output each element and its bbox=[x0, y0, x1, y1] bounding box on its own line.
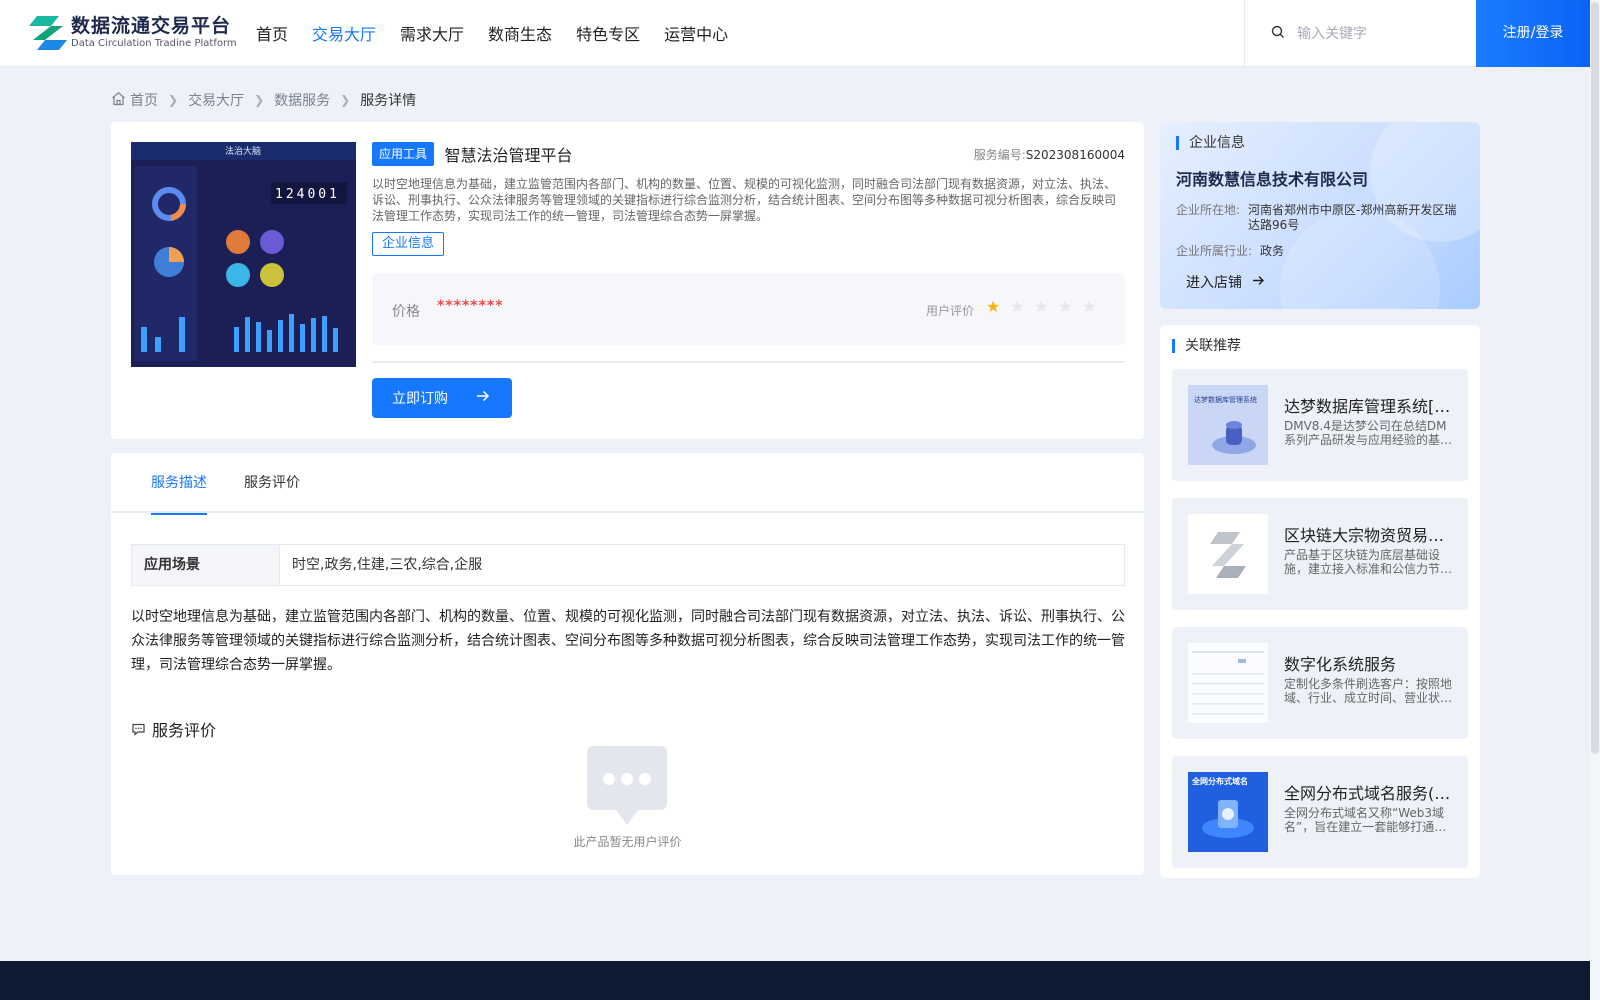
recommend-item[interactable]: 全网分布式域名 全网分布式域名服务(Web3域名) 全网分布式域名又称“Web3… bbox=[1172, 756, 1468, 868]
recommend-thumbnail: 全网分布式域名 bbox=[1188, 772, 1268, 852]
price-box: 价格 ******** 用户评价 ★ ★ ★ ★ ★ bbox=[372, 273, 1125, 345]
recommend-item[interactable]: 区块链大宗物资贸易服务平台 产品基于区块链为底层基础设施，建立接入标准和公信力节… bbox=[1172, 498, 1468, 610]
comment-icon bbox=[132, 723, 145, 736]
company-industry-row: 企业所属行业: 政务 bbox=[1176, 244, 1470, 259]
nav-special-zone[interactable]: 特色专区 bbox=[576, 0, 640, 67]
buy-now-button[interactable]: 立即订购 bbox=[372, 378, 512, 418]
recommend-desc: 全网分布式域名又称“Web3域名”，旨在建立一套能够打通各链的域名服务体系 bbox=[1284, 806, 1447, 834]
tab-service-description[interactable]: 服务描述 bbox=[151, 453, 207, 515]
recommend-desc: 产品基于区块链为底层基础设施，建立接入标准和公信力节点的大宗物资贸易服务平台 bbox=[1284, 548, 1453, 576]
enter-shop-label: 进入店铺 bbox=[1186, 275, 1242, 291]
recommend-desc: 定制化多条件刷选客户：按照地域、行业、成立时间、营业状态等条件筛选 bbox=[1284, 677, 1453, 705]
product-description: 以时空地理信息为基础，建立监管范围内各部门、机构的数量、位置、规模的可视化监测，… bbox=[372, 177, 1117, 223]
footer bbox=[0, 961, 1590, 1000]
breadcrumb-home[interactable]: 首页 bbox=[130, 90, 158, 110]
search-icon[interactable] bbox=[1271, 25, 1285, 43]
company-location-row: 企业所在地: 河南省郑州市中原区-郑州高新开发区瑞达路96号 bbox=[1176, 203, 1458, 233]
recommend-item[interactable]: 数字化系统服务 定制化多条件刷选客户：按照地域、行业、成立时间、营业状态等条件筛… bbox=[1172, 627, 1468, 739]
service-number: 服务编号:S202308160004 bbox=[974, 146, 1125, 163]
star-icon[interactable]: ★ bbox=[986, 299, 1002, 315]
logo-icon bbox=[29, 14, 67, 52]
empty-chat-icon bbox=[584, 743, 670, 835]
recommend-desc: DMV8.4是达梦公司在总结DM系列产品研发与应用经验的基础上推出的新一代数据库… bbox=[1284, 419, 1453, 447]
svg-text:全网分布式域名: 全网分布式域名 bbox=[1191, 776, 1248, 786]
company-info-card: 企业信息 河南数慧信息技术有限公司 企业所在地: 河南省郑州市中原区-郑州高新开… bbox=[1160, 122, 1480, 309]
recommend-card: 关联推荐 达梦数据库管理系统 达梦数据库管理系统[DM8] DMV8.4是达梦公… bbox=[1160, 325, 1480, 878]
review-section-title: 服务评价 bbox=[131, 717, 216, 741]
recommend-title: 全网分布式域名服务(Web3域名) bbox=[1284, 784, 1456, 803]
site-logo[interactable]: 数据流通交易平台 Data Circulation Tradine Platfo… bbox=[29, 14, 237, 52]
company-name: 河南数慧信息技术有限公司 bbox=[1176, 170, 1369, 189]
scrollbar[interactable] bbox=[1590, 0, 1600, 1000]
recommend-title: 达梦数据库管理系统[DM8] bbox=[1284, 397, 1456, 416]
nav-demand-hall[interactable]: 需求大厅 bbox=[400, 0, 464, 67]
breadcrumb-trading-hall[interactable]: 交易大厅 bbox=[188, 90, 244, 110]
recommend-thumbnail bbox=[1188, 643, 1268, 723]
enter-shop-link[interactable]: 进入店铺 bbox=[1186, 272, 1265, 292]
product-card: 法治大脑 124001 应用工具 智慧法治管理平台 服务编号:S20230816… bbox=[111, 122, 1144, 439]
star-icon[interactable]: ★ bbox=[1058, 299, 1074, 315]
price-value: ******** bbox=[437, 298, 504, 314]
buy-now-label: 立即订购 bbox=[392, 391, 448, 407]
recommend-thumbnail: 达梦数据库管理系统 bbox=[1188, 385, 1268, 465]
product-info: 应用工具 智慧法治管理平台 服务编号:S202308160004 以时空地理信息… bbox=[372, 142, 1125, 256]
detail-card: 服务描述 服务评价 应用场景 时空,政务,住建,三农,综合,企服 以时空地理信息… bbox=[111, 453, 1144, 875]
company-info-button[interactable]: 企业信息 bbox=[372, 232, 445, 256]
service-number-value: S202308160004 bbox=[1025, 148, 1125, 162]
recommend-title: 数字化系统服务 bbox=[1284, 655, 1397, 674]
image-title: 法治大脑 bbox=[225, 145, 261, 157]
logo-title: 数据流通交易平台 bbox=[71, 15, 232, 37]
top-header: 数据流通交易平台 Data Circulation Tradine Platfo… bbox=[0, 0, 1590, 67]
review-title-text: 服务评价 bbox=[152, 721, 217, 740]
breadcrumb-data-service[interactable]: 数据服务 bbox=[274, 90, 330, 110]
company-section-title: 企业信息 bbox=[1176, 136, 1245, 150]
nav-home[interactable]: 首页 bbox=[256, 0, 288, 67]
search-input[interactable] bbox=[1297, 25, 1467, 42]
scene-table: 应用场景 时空,政务,住建,三农,综合,企服 bbox=[131, 544, 1125, 586]
arrow-right-icon bbox=[1252, 274, 1265, 290]
product-title: 智慧法治管理平台 bbox=[444, 146, 573, 165]
breadcrumb-current: 服务详情 bbox=[360, 93, 417, 109]
scene-key: 应用场景 bbox=[132, 545, 280, 585]
service-number-label: 服务编号: bbox=[973, 148, 1026, 162]
chevron-right-icon: ❯ bbox=[168, 93, 179, 107]
home-icon bbox=[111, 91, 126, 110]
tab-service-reviews[interactable]: 服务评价 bbox=[244, 453, 300, 513]
scene-value: 时空,政务,住建,三农,综合,企服 bbox=[292, 557, 483, 573]
star-icon[interactable]: ★ bbox=[1082, 299, 1098, 315]
breadcrumb: 首页 ❯ 交易大厅 ❯ 数据服务 ❯ 服务详情 bbox=[111, 90, 416, 110]
company-industry-value: 政务 bbox=[1260, 244, 1285, 258]
search-box bbox=[1244, 0, 1476, 67]
logo-subtitle: Data Circulation Tradine Platform bbox=[71, 38, 237, 49]
nav-operation-center[interactable]: 运营中心 bbox=[664, 0, 728, 67]
product-image: 法治大脑 124001 bbox=[131, 142, 356, 367]
price-label: 价格 bbox=[392, 304, 420, 320]
service-long-description: 以时空地理信息为基础，建立监管范围内各部门、机构的数量、位置、规模的可视化监测，… bbox=[131, 609, 1125, 673]
nav-trading-hall[interactable]: 交易大厅 bbox=[312, 0, 376, 67]
login-register-button[interactable]: 注册/登录 bbox=[1476, 0, 1590, 67]
divider bbox=[372, 361, 1125, 363]
rating-label: 用户评价 bbox=[926, 304, 975, 318]
scrollbar-thumb[interactable] bbox=[1591, 2, 1599, 754]
star-icon[interactable]: ★ bbox=[1034, 299, 1050, 315]
empty-review-text: 此产品暂无用户评价 bbox=[573, 835, 682, 849]
chevron-right-icon: ❯ bbox=[254, 93, 265, 107]
star-icon[interactable]: ★ bbox=[1010, 299, 1026, 315]
recommend-section-title: 关联推荐 bbox=[1172, 339, 1241, 353]
chevron-right-icon: ❯ bbox=[340, 93, 351, 107]
rating-stars: ★ ★ ★ ★ ★ bbox=[986, 299, 1106, 315]
recommend-item[interactable]: 达梦数据库管理系统 达梦数据库管理系统[DM8] DMV8.4是达梦公司在总结D… bbox=[1172, 369, 1468, 481]
svg-text:达梦数据库管理系统: 达梦数据库管理系统 bbox=[1194, 395, 1257, 404]
arrow-right-icon bbox=[476, 390, 490, 406]
detail-tabs: 服务描述 服务评价 bbox=[111, 453, 1144, 515]
recommend-title: 区块链大宗物资贸易服务平台 bbox=[1284, 526, 1456, 545]
recommend-thumbnail bbox=[1188, 514, 1268, 594]
svg-text:124001: 124001 bbox=[275, 187, 340, 202]
company-location-label: 企业所在地: bbox=[1176, 203, 1241, 217]
company-industry-label: 企业所属行业: bbox=[1176, 244, 1253, 258]
category-tag: 应用工具 bbox=[372, 142, 435, 166]
company-location-value: 河南省郑州市中原区-郑州高新开发区瑞达路96号 bbox=[1248, 203, 1457, 232]
main-nav: 首页 交易大厅 需求大厅 数商生态 特色专区 运营中心 bbox=[256, 0, 752, 67]
nav-ecosystem[interactable]: 数商生态 bbox=[488, 0, 552, 67]
